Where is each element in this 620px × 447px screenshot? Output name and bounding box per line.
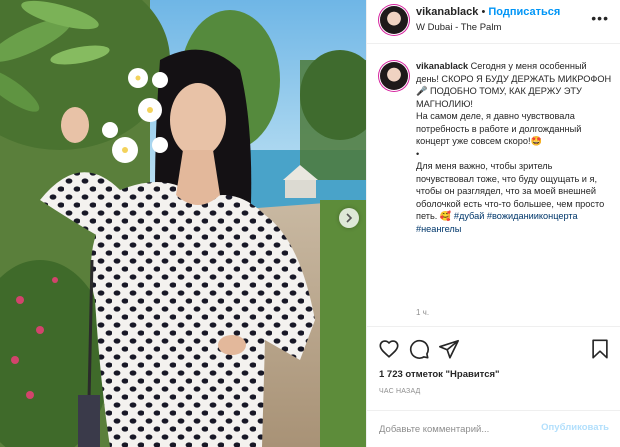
caption-timestamp[interactable]: 1 ч. — [416, 308, 429, 317]
location-link[interactable]: W Dubai - The Palm — [416, 22, 501, 33]
next-photo-button[interactable] — [339, 208, 359, 228]
post-caption: vikanablack Сегодня у меня особенный ден… — [416, 60, 612, 235]
hashtag-link[interactable]: #неангелы — [416, 224, 461, 234]
post-side-panel: vikanablack • Подписаться W Dubai - The … — [366, 0, 620, 447]
caption-dot: • — [416, 148, 420, 159]
add-comment-bar: Опубликовать — [367, 410, 620, 447]
follow-button[interactable]: Подписаться — [488, 6, 560, 18]
hashtag-link[interactable]: #вожиданииконцерта — [487, 211, 578, 221]
save-button[interactable] — [589, 338, 611, 360]
author-username-link[interactable]: vikanablack — [416, 6, 478, 18]
hashtag-link[interactable]: #дубай — [454, 211, 484, 221]
comment-icon — [409, 339, 429, 359]
post-author: vikanablack • Подписаться — [416, 6, 560, 18]
action-bar — [367, 336, 620, 364]
post-photo[interactable] — [0, 0, 366, 447]
like-button[interactable] — [378, 338, 400, 360]
post-header: vikanablack • Подписаться W Dubai - The … — [367, 0, 620, 44]
more-options-icon[interactable]: ••• — [591, 10, 609, 26]
avatar[interactable] — [380, 6, 408, 34]
heart-icon — [379, 340, 399, 358]
comment-button[interactable] — [408, 338, 430, 360]
photo-illustration — [0, 0, 366, 447]
share-button[interactable] — [438, 338, 460, 360]
caption-avatar[interactable] — [380, 62, 408, 90]
comment-input[interactable] — [379, 420, 539, 438]
comments-area[interactable]: vikanablack Сегодня у меня особенный ден… — [367, 45, 620, 327]
publish-comment-button[interactable]: Опубликовать — [541, 422, 609, 433]
likes-count[interactable]: 1 723 отметок "Нравится" — [379, 369, 500, 380]
caption-username-link[interactable]: vikanablack — [416, 61, 468, 71]
post-timestamp[interactable]: ЧАС НАЗАД — [379, 388, 421, 395]
separator-dot: • — [481, 6, 486, 18]
bookmark-icon — [592, 339, 608, 359]
share-icon — [439, 339, 459, 359]
caption-paragraph-2: На самом деле, я давно чувствовала потре… — [416, 111, 582, 146]
chevron-right-icon — [346, 213, 353, 223]
